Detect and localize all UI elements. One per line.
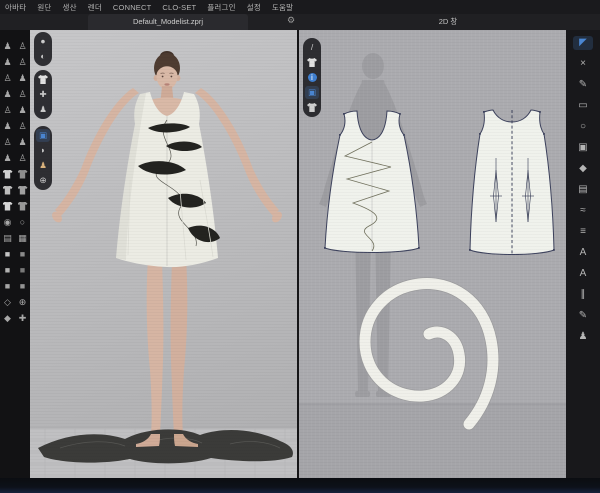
library-garment-icon[interactable] bbox=[15, 166, 30, 182]
mannequin-tool-icon[interactable]: ♟ bbox=[573, 330, 593, 344]
library-garment-icon[interactable] bbox=[0, 198, 15, 214]
rectangle-tool-icon[interactable]: ▭ bbox=[573, 99, 593, 113]
show-avatar-icon[interactable]: ♟ bbox=[36, 103, 50, 116]
edit-pattern-icon[interactable]: × bbox=[573, 57, 593, 71]
library-pose-icon[interactable]: ♟ bbox=[0, 54, 15, 70]
3d-viewport[interactable]: ●◐ ✚♟ ▣◗♟⊕ bbox=[30, 30, 297, 478]
library-hardware-icon[interactable]: ◇ bbox=[0, 294, 15, 310]
3d-toolbar-display: ▣ ◗ ♟ ⊕ bbox=[34, 126, 52, 190]
pattern-info-icon[interactable]: i bbox=[305, 71, 319, 84]
brush-tool-icon[interactable]: ✎ bbox=[573, 309, 593, 323]
library-pose-icon[interactable]: ♟ bbox=[0, 38, 15, 54]
circle-tool-icon[interactable]: ○ bbox=[573, 120, 593, 134]
menu-connect[interactable]: CONNECT bbox=[113, 3, 151, 12]
library-add-icon[interactable]: ✚ bbox=[15, 310, 30, 326]
library-button-icon[interactable]: ◉ bbox=[0, 214, 15, 230]
library-pose-icon[interactable]: ♙ bbox=[15, 54, 30, 70]
library-pose-icon[interactable]: ♟ bbox=[0, 118, 15, 134]
menu-bar: 아바타 원단 생산 렌더 CONNECT CLO-SET 플러그인 설정 도움말 bbox=[0, 0, 600, 14]
2d-viewport[interactable]: / i ▣ bbox=[299, 30, 566, 478]
library-fabric-swatch-icon[interactable]: ■ bbox=[0, 246, 15, 262]
library-fabric-swatch-icon[interactable]: ■ bbox=[15, 246, 30, 262]
menu-help[interactable]: 도움말 bbox=[272, 2, 293, 13]
menu-avatar[interactable]: 아바타 bbox=[5, 2, 26, 13]
library-zipper-icon[interactable]: ⊕ bbox=[15, 294, 30, 310]
tab-bar: Default_Modelist.zprj ⚙ 2D 창 bbox=[0, 14, 600, 31]
library-pose-icon[interactable]: ♙ bbox=[15, 150, 30, 166]
monitor-bezel bbox=[0, 478, 600, 493]
show-3d-pattern-icon[interactable]: ▣ bbox=[305, 86, 319, 99]
3d-toolbar-show: ✚♟ bbox=[34, 70, 52, 119]
library-garment-icon[interactable] bbox=[15, 198, 30, 214]
library-pose-icon[interactable]: ♙ bbox=[15, 118, 30, 134]
menu-fabric[interactable]: 원단 bbox=[37, 2, 51, 13]
edit-curve-icon[interactable]: / bbox=[305, 41, 319, 54]
show-environment-icon[interactable]: ⊕ bbox=[36, 174, 50, 187]
show-mannequin-icon[interactable]: ♟ bbox=[36, 159, 50, 172]
library-pose-icon[interactable]: ♙ bbox=[15, 86, 30, 102]
library-topstitch-icon[interactable]: ▤ bbox=[0, 230, 15, 246]
show-garment-icon[interactable] bbox=[36, 73, 50, 86]
edit-curve-icon[interactable]: ✎ bbox=[573, 78, 593, 92]
menu-closet[interactable]: CLO-SET bbox=[162, 3, 196, 12]
dart-tool-icon[interactable]: ◆ bbox=[573, 162, 593, 176]
2d-scene bbox=[299, 30, 566, 478]
show-3d-pattern-icon[interactable]: ▣ bbox=[36, 129, 50, 142]
menu-settings[interactable]: 설정 bbox=[247, 2, 261, 13]
library-pose-icon[interactable]: ♟ bbox=[0, 86, 15, 102]
annotation-tool-icon[interactable]: ▤ bbox=[573, 183, 593, 197]
application-window: 아바타 원단 생산 렌더 CONNECT CLO-SET 플러그인 설정 도움말 Default… bbox=[0, 0, 600, 493]
pin-icon[interactable]: ✚ bbox=[36, 88, 50, 101]
library-puckering-icon[interactable]: ▦ bbox=[15, 230, 30, 246]
library-fabric-swatch-icon[interactable]: ■ bbox=[0, 278, 15, 294]
library-garment-icon[interactable] bbox=[15, 182, 30, 198]
scene-view-icon[interactable]: ● bbox=[36, 35, 50, 48]
2d-toolbar: / i ▣ bbox=[303, 38, 321, 117]
library-fabric-swatch-icon[interactable]: ■ bbox=[15, 262, 30, 278]
show-stitches-icon[interactable]: ◗ bbox=[36, 144, 50, 157]
text-tool-icon[interactable]: A bbox=[573, 246, 593, 260]
library-strip: ♟♙♟♙♙♟♟♙♙♟♟♙♙♟♟♙◉○▤▦■■■■■■◇⊕◆✚ bbox=[0, 30, 30, 493]
viewport-settings-icon[interactable]: ⚙ bbox=[287, 15, 295, 26]
3d-toolbar-view: ●◐ bbox=[34, 32, 52, 66]
library-pose-icon[interactable]: ♙ bbox=[0, 134, 15, 150]
transform-pattern-icon[interactable]: ◤ bbox=[573, 36, 593, 50]
library-pose-icon[interactable]: ♟ bbox=[15, 102, 30, 118]
library-pose-icon[interactable]: ♟ bbox=[15, 134, 30, 150]
show-pattern-icon[interactable] bbox=[305, 56, 319, 69]
seam-tool-icon[interactable]: ≈ bbox=[573, 204, 593, 218]
project-tab[interactable]: Default_Modelist.zprj bbox=[88, 14, 248, 30]
layers-icon[interactable]: ≡ bbox=[573, 225, 593, 239]
library-fabric-swatch-icon[interactable]: ■ bbox=[15, 278, 30, 294]
library-pose-icon[interactable]: ♙ bbox=[0, 102, 15, 118]
library-fabric-swatch-icon[interactable]: ■ bbox=[0, 262, 15, 278]
render-style-icon[interactable]: ◐ bbox=[36, 50, 50, 63]
image-tool-icon[interactable]: ▣ bbox=[573, 141, 593, 155]
menu-production[interactable]: 생산 bbox=[63, 2, 77, 13]
library-trim-icon[interactable]: ◆ bbox=[0, 310, 15, 326]
show-base-pattern-icon[interactable] bbox=[305, 101, 319, 114]
library-buttonhole-icon[interactable]: ○ bbox=[15, 214, 30, 230]
library-pose-icon[interactable]: ♟ bbox=[0, 150, 15, 166]
library-pose-icon[interactable]: ♙ bbox=[15, 38, 30, 54]
2d-window-title: 2D 창 bbox=[400, 14, 496, 30]
garment-3d-dress[interactable] bbox=[116, 92, 220, 267]
2d-floor-line bbox=[299, 404, 566, 478]
menu-render[interactable]: 렌더 bbox=[88, 2, 102, 13]
library-pose-icon[interactable]: ♙ bbox=[0, 70, 15, 86]
library-pose-icon[interactable]: ♟ bbox=[15, 70, 30, 86]
library-garment-icon[interactable] bbox=[0, 166, 15, 182]
pattern-back[interactable] bbox=[469, 110, 555, 255]
barcode-tool-icon[interactable]: ∥ bbox=[573, 288, 593, 302]
pattern-tool-strip: ◤ × ✎ ▭ ○ ▣ ◆ ▤ ≈ ≡ AA ∥ ✎ ♟ bbox=[566, 30, 600, 478]
3d-scene bbox=[30, 30, 297, 478]
menu-plugin[interactable]: 플러그인 bbox=[207, 2, 235, 13]
library-garment-icon[interactable] bbox=[0, 182, 15, 198]
grade-tool-icon[interactable]: A bbox=[573, 267, 593, 281]
